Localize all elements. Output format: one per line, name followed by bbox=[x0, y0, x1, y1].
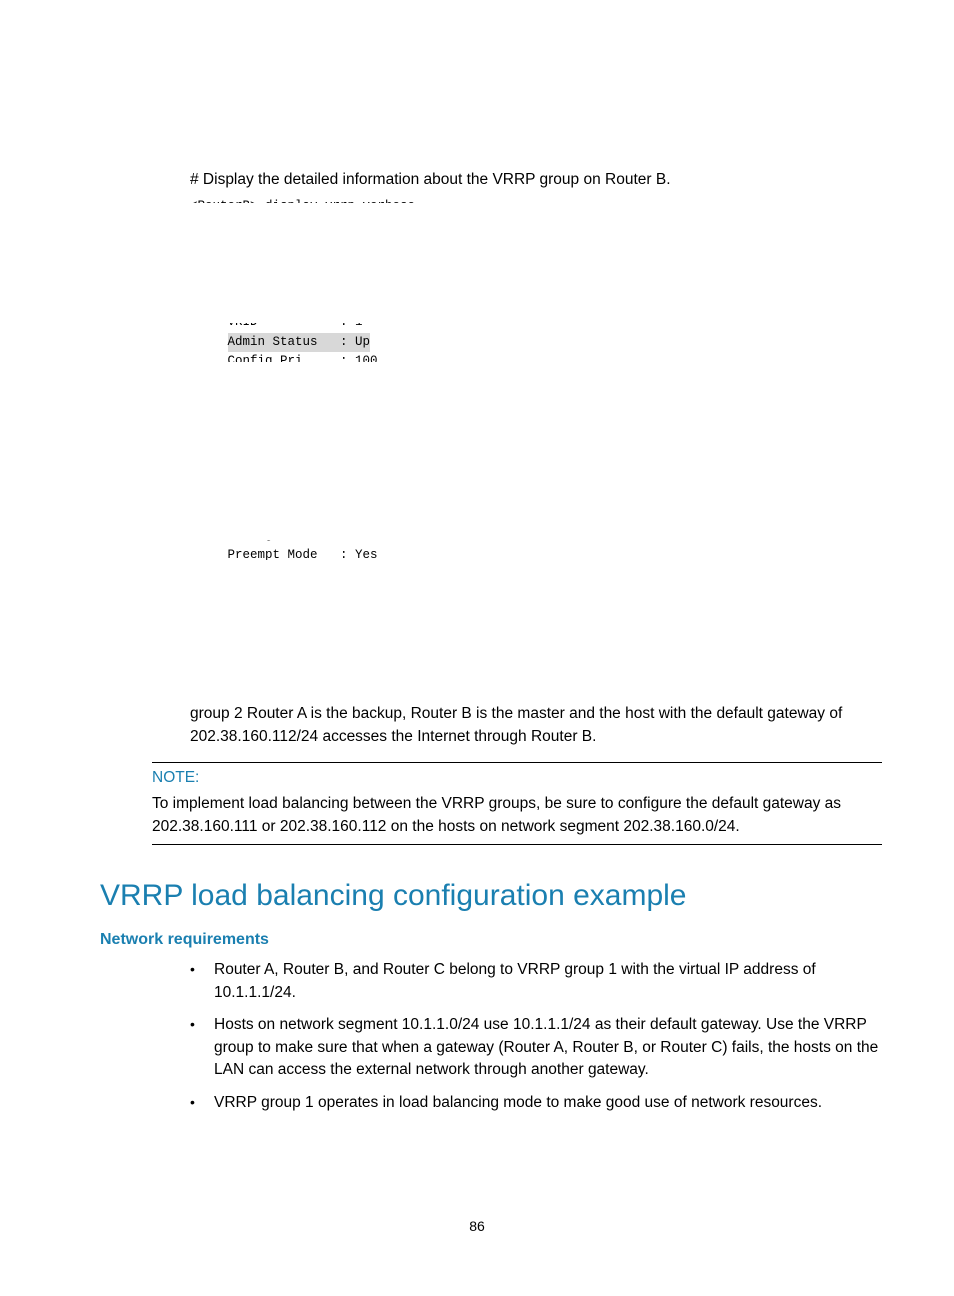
document-page: # Display the detailed information about… bbox=[0, 0, 954, 1296]
section-heading: VRRP load balancing configuration exampl… bbox=[100, 879, 881, 913]
list-item: VRRP group 1 operates in load balancing … bbox=[208, 1092, 881, 1114]
list-item: Hosts on network segment 10.1.1.0/24 use… bbox=[208, 1014, 881, 1081]
page-number: 86 bbox=[0, 1218, 954, 1234]
subsection-heading: Network requirements bbox=[100, 931, 881, 949]
intro-text: # Display the detailed information about… bbox=[190, 170, 881, 191]
note-top-rule bbox=[152, 762, 882, 763]
note-label: NOTE: bbox=[152, 769, 881, 787]
note-body: To implement load balancing between the … bbox=[152, 793, 882, 845]
requirements-list: Router A, Router B, and Router C belong … bbox=[190, 959, 881, 1114]
cli-output-wrap: <RouterB> display vrrp verbose IPv4 Stan… bbox=[100, 197, 881, 643]
list-item: Router A, Router B, and Router C belong … bbox=[208, 959, 881, 1004]
